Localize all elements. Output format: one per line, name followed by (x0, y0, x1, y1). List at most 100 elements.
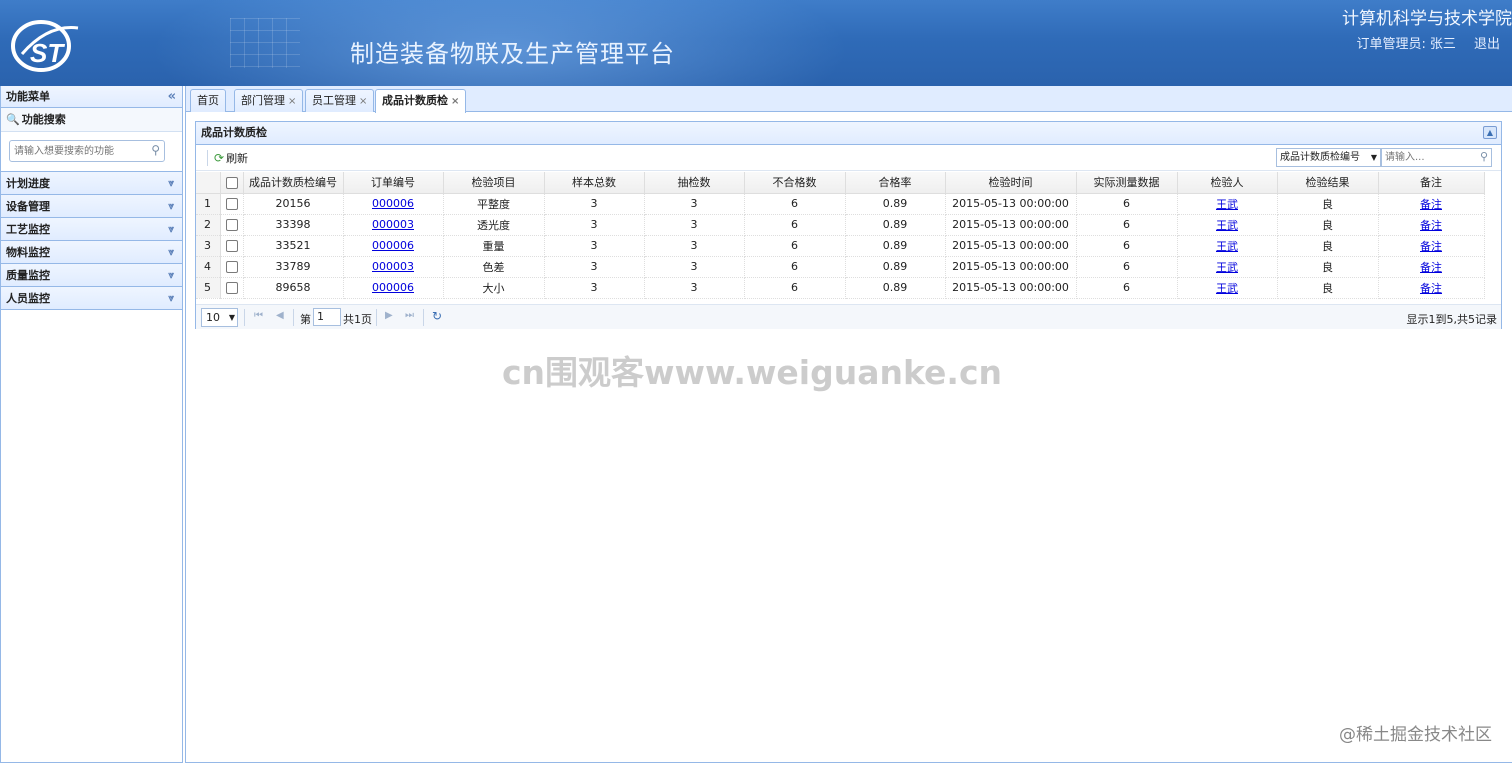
sidebar-item-label: 工艺监控 (6, 223, 50, 236)
tab-label: 员工管理 (312, 94, 356, 107)
sidebar-item-equipment[interactable]: 设备管理 ⩔ (1, 195, 182, 218)
logout-link[interactable]: 退出 (1474, 37, 1500, 52)
column-header[interactable]: 检验项目 (443, 172, 545, 194)
row-checkbox[interactable] (225, 198, 238, 210)
cell-note-link[interactable]: 备注 (1420, 282, 1442, 295)
sidebar-item-quality[interactable]: 质量监控 ⩔ (1, 264, 182, 287)
watermark-text: cn围观客www.weiguanke.cn (502, 353, 1003, 392)
table-row[interactable]: 1 20156 000006 平整度 3 3 6 0.89 2015-05-13 00:00:0… (196, 193, 1485, 215)
cell-fail-count: 6 (744, 235, 846, 257)
svg-text:ST: ST (30, 38, 65, 68)
pager-separator (423, 309, 424, 326)
sidebar-item-plan-progress[interactable]: 计划进度 ⩔ (1, 172, 182, 195)
function-search-title: 功能搜索 (21, 113, 66, 126)
last-page-icon[interactable]: ⏭ (405, 310, 414, 321)
function-search-field[interactable]: ⚲ (9, 140, 165, 162)
expand-icon[interactable]: ⩔ (168, 241, 174, 264)
tab-home[interactable]: 首页 (190, 89, 226, 112)
cell-note: 备注 (1378, 193, 1485, 215)
reload-icon[interactable]: ↻ (432, 309, 442, 323)
panel-title: 成品计数质检 (201, 126, 267, 139)
table-row[interactable]: 3 33521 000006 重量 3 3 6 0.89 2015-05-13 00:00:00… (196, 235, 1485, 257)
close-icon[interactable]: × (288, 96, 296, 107)
row-checkbox[interactable] (225, 219, 238, 231)
prev-page-icon[interactable]: ◀ (276, 310, 284, 321)
cell-inspector-link[interactable]: 王武 (1216, 282, 1238, 295)
page-size-select[interactable]: 10 ▼ (201, 308, 238, 327)
page-prefix: 第 (300, 313, 311, 326)
row-checkbox[interactable] (225, 282, 238, 294)
table-row[interactable]: 5 89658 000006 大小 3 3 6 0.89 2015-05-13 00:00:00… (196, 277, 1485, 299)
cell-order: 000006 (343, 235, 444, 257)
tab-employee[interactable]: 员工管理 × (305, 89, 375, 112)
column-header[interactable]: 不合格数 (744, 172, 846, 194)
cell-sample-count: 3 (644, 193, 745, 215)
next-page-icon[interactable]: ▶ (385, 310, 393, 321)
page-number-input[interactable]: 1 (313, 308, 341, 326)
cell-inspector: 王武 (1177, 256, 1278, 278)
cell-note-link[interactable]: 备注 (1420, 219, 1442, 232)
row-checkbox-cell (220, 277, 244, 299)
column-header[interactable]: 实际测量数据 (1076, 172, 1178, 194)
sidebar-header: 功能菜单 « (1, 86, 182, 108)
column-header[interactable]: 成品计数质检编号 (243, 172, 344, 194)
tab-label: 部门管理 (241, 94, 285, 107)
close-icon[interactable]: × (359, 96, 367, 107)
column-header[interactable]: 检验时间 (945, 172, 1077, 194)
column-header[interactable]: 合格率 (845, 172, 946, 194)
collapse-up-icon[interactable]: ▲ (1483, 126, 1497, 139)
function-search-input[interactable] (10, 141, 140, 161)
refresh-label: 刷新 (226, 152, 249, 165)
close-icon[interactable]: × (451, 96, 459, 107)
column-header[interactable]: 样本总数 (544, 172, 645, 194)
expand-icon[interactable]: ⩔ (168, 287, 174, 310)
table-row[interactable]: 4 33789 000003 色差 3 3 6 0.89 2015-05-13 00:00:00… (196, 256, 1485, 278)
cell-inspection-time: 2015-05-13 00:00:00 (945, 193, 1077, 215)
expand-icon[interactable]: ⩔ (168, 172, 174, 195)
expand-icon[interactable]: ⩔ (168, 218, 174, 241)
cell-inspector: 王武 (1177, 193, 1278, 215)
column-header[interactable]: 备注 (1378, 172, 1485, 194)
column-header[interactable]: 订单编号 (343, 172, 444, 194)
grid-search-input[interactable] (1382, 149, 1472, 166)
cell-inspector-link[interactable]: 王武 (1216, 261, 1238, 274)
table-row[interactable]: 2 33398 000003 透光度 3 3 6 0.89 2015-05-13 00:00:0… (196, 214, 1485, 236)
cell-inspection-id: 89658 (243, 277, 344, 299)
cell-inspector-link[interactable]: 王武 (1216, 198, 1238, 211)
grid-search-field[interactable]: ⚲ (1381, 148, 1492, 167)
function-search-box: ⚲ (1, 132, 182, 172)
search-icon[interactable]: ⚲ (1480, 150, 1488, 163)
refresh-button[interactable]: ⟳ 刷新 (214, 150, 248, 166)
collapse-left-icon[interactable]: « (168, 86, 176, 108)
tab-department[interactable]: 部门管理 × (234, 89, 304, 112)
cell-inspector-link[interactable]: 王武 (1216, 219, 1238, 232)
cell-note-link[interactable]: 备注 (1420, 240, 1442, 253)
first-page-icon[interactable]: ⏮ (254, 310, 263, 321)
cell-order-link[interactable]: 000003 (372, 260, 414, 273)
expand-icon[interactable]: ⩔ (168, 195, 174, 218)
cell-measured-data: 6 (1076, 193, 1178, 215)
column-header[interactable]: 检验人 (1177, 172, 1278, 194)
sidebar-item-material[interactable]: 物料监控 ⩔ (1, 241, 182, 264)
select-all-checkbox[interactable] (225, 176, 238, 189)
row-checkbox[interactable] (225, 240, 238, 252)
sidebar-item-process[interactable]: 工艺监控 ⩔ (1, 218, 182, 241)
tab-quality-inspection[interactable]: 成品计数质检 × (375, 89, 467, 113)
cell-order-link[interactable]: 000006 (372, 197, 414, 210)
user-bar: 订单管理员: 张三 退出 (1352, 33, 1500, 52)
cell-inspector-link[interactable]: 王武 (1216, 240, 1238, 253)
cell-note-link[interactable]: 备注 (1420, 261, 1442, 274)
cell-note-link[interactable]: 备注 (1420, 198, 1442, 211)
cell-fail-count: 6 (744, 214, 846, 236)
cell-order-link[interactable]: 000006 (372, 239, 414, 252)
search-icon[interactable]: ⚲ (151, 143, 160, 157)
column-header[interactable]: 抽检数 (644, 172, 745, 194)
column-header[interactable]: 检验结果 (1277, 172, 1379, 194)
cell-pass-rate: 0.89 (845, 214, 946, 236)
expand-icon[interactable]: ⩔ (168, 264, 174, 287)
row-checkbox[interactable] (225, 261, 238, 273)
sidebar-item-personnel[interactable]: 人员监控 ⩔ (1, 287, 182, 310)
cell-order-link[interactable]: 000006 (372, 281, 414, 294)
cell-order-link[interactable]: 000003 (372, 218, 414, 231)
search-field-select[interactable]: 成品计数质检编号 ▼ (1276, 148, 1381, 167)
